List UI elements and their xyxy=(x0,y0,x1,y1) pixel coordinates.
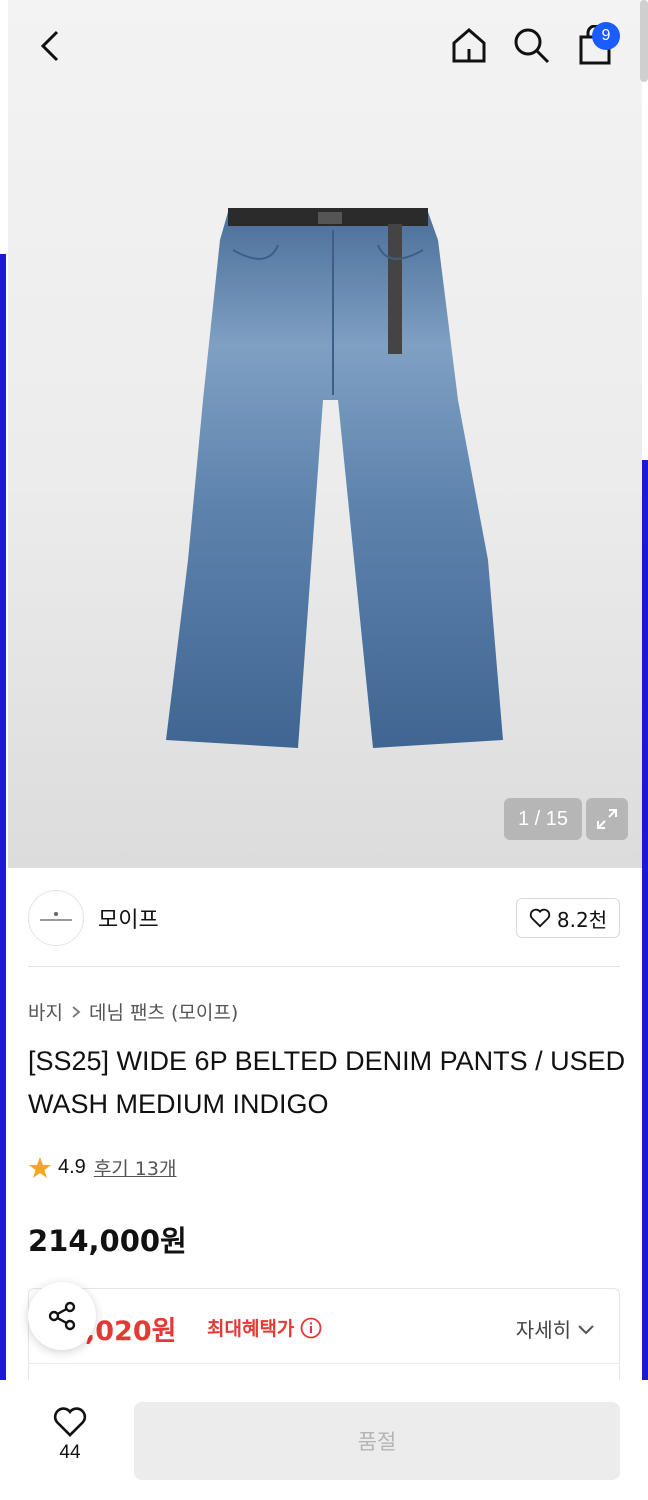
left-edge-bar xyxy=(0,254,6,1400)
heart-outline-icon xyxy=(53,1407,87,1437)
divider xyxy=(29,1363,619,1364)
breadcrumb-subcategory[interactable]: 데님 팬츠 (모이프) xyxy=(89,998,238,1025)
breadcrumb-category[interactable]: 바지 xyxy=(28,998,63,1025)
product-image xyxy=(166,208,503,748)
top-navigation-bar: 9 xyxy=(0,0,648,92)
max-benefit-price: ,020원 xyxy=(85,1316,177,1347)
chevron-down-icon xyxy=(578,1324,594,1334)
brand-like-button[interactable]: 8.2천 xyxy=(516,898,620,938)
breadcrumb: 바지 데님 팬츠 (모이프) xyxy=(28,998,238,1025)
image-counter: 1 / 15 xyxy=(504,798,582,840)
share-button[interactable] xyxy=(28,1282,96,1350)
brand-row: 모이프 8.2천 xyxy=(28,888,620,952)
benefit-detail-toggle[interactable]: 자세히 xyxy=(516,1314,595,1343)
divider xyxy=(28,966,620,967)
home-icon[interactable] xyxy=(446,22,492,68)
cart-count-badge: 9 xyxy=(592,22,620,50)
brand-name[interactable]: 모이프 xyxy=(98,902,159,934)
wishlist-button[interactable]: 44 xyxy=(40,1406,100,1464)
heart-outline-icon xyxy=(529,908,551,928)
right-edge-bar xyxy=(642,460,648,1400)
chevron-right-icon xyxy=(72,1005,81,1018)
wishlist-count: 44 xyxy=(59,1442,81,1463)
bottom-action-bar: 44 품절 xyxy=(0,1380,648,1500)
rating-score: 4.9 xyxy=(58,1156,86,1178)
product-image-gallery[interactable]: 1 / 15 xyxy=(8,0,642,868)
rating-row: 4.9 후기 13개 xyxy=(28,1154,176,1181)
product-price: 214,000원 xyxy=(28,1224,187,1258)
expand-icon[interactable] xyxy=(586,798,628,840)
star-icon xyxy=(29,1156,51,1178)
sold-out-button[interactable]: 품절 xyxy=(134,1402,620,1480)
brand-like-count: 8.2천 xyxy=(556,907,608,932)
product-title: [SS25] WIDE 6P BELTED DENIM PANTS / USED… xyxy=(28,1046,626,1119)
brand-logo[interactable] xyxy=(28,890,84,946)
benefit-detail-label: 자세히 xyxy=(515,1318,571,1342)
info-icon[interactable] xyxy=(300,1317,322,1339)
max-benefit-label: 최대혜택가 xyxy=(207,1314,322,1341)
search-icon[interactable] xyxy=(508,22,554,68)
share-icon xyxy=(48,1301,76,1331)
back-arrow-icon[interactable] xyxy=(26,24,74,68)
max-benefit-text: 최대혜택가 xyxy=(207,1318,295,1340)
reviews-link[interactable]: 후기 13개 xyxy=(94,1154,177,1181)
